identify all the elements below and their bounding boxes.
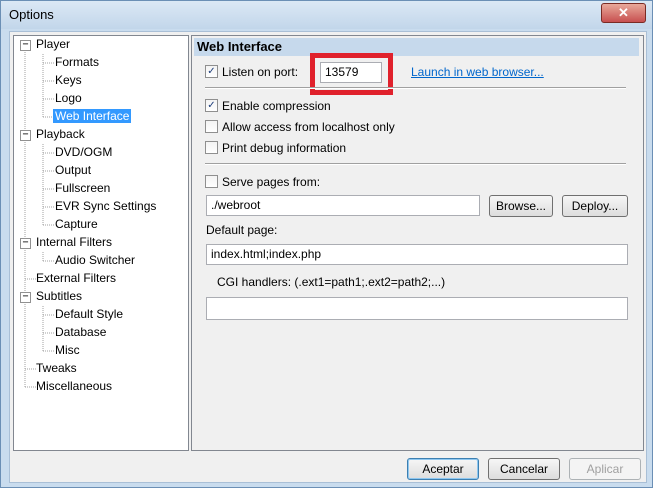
tree-item-keys[interactable]: Keys — [55, 72, 82, 89]
unchecked-box-icon[interactable] — [205, 120, 218, 134]
tree-item-formats[interactable]: Formats — [55, 54, 99, 71]
enable-compression-checkbox[interactable]: ✓ Enable compression — [205, 98, 331, 114]
tree-item-subtitles[interactable]: Subtitles — [36, 288, 82, 305]
tree-item-label: Formats — [55, 55, 100, 69]
window-title: Options — [9, 7, 54, 22]
tree-item-label: EVR Sync Settings — [55, 199, 157, 213]
unchecked-box-icon[interactable] — [205, 175, 218, 189]
dialog-client: − Player Formats Keys Logo Web Interface… — [9, 31, 647, 483]
tree-item-tweaks[interactable]: Tweaks — [36, 360, 77, 377]
close-button[interactable]: ✕ — [601, 3, 646, 23]
tree-item-label: Playback — [36, 127, 85, 141]
deploy-button[interactable]: Deploy... — [562, 195, 628, 217]
cgi-handlers-label: CGI handlers: (.ext1=path1;.ext2=path2;.… — [217, 275, 446, 289]
serve-pages-label: Serve pages from: — [222, 175, 321, 189]
tree-item-label: Internal Filters — [36, 235, 113, 249]
debug-info-checkbox[interactable]: Print debug information — [205, 140, 346, 156]
tree-item-label: Audio Switcher — [55, 253, 136, 267]
tree-item-playback[interactable]: Playback — [36, 126, 85, 143]
options-window: Options ✕ − Player Formats Keys Logo Web… — [0, 0, 653, 488]
apply-button[interactable]: Aplicar — [569, 458, 641, 480]
cancel-button[interactable]: Cancelar — [488, 458, 560, 480]
checkmark-icon[interactable]: ✓ — [205, 65, 218, 79]
tree-item-fullscreen[interactable]: Fullscreen — [55, 180, 110, 197]
tree-item-label: Keys — [55, 73, 82, 87]
tree-item-label: Default Style — [55, 307, 124, 321]
localhost-only-label: Allow access from localhost only — [222, 120, 395, 134]
web-interface-panel: Web Interface ✓ Listen on port: 13579 Lau… — [191, 35, 644, 451]
debug-info-label: Print debug information — [222, 141, 347, 155]
tree-item-default-style[interactable]: Default Style — [55, 306, 123, 323]
listen-on-port-checkbox[interactable]: ✓ Listen on port: — [205, 64, 298, 80]
tree-item-label: Misc — [55, 343, 80, 357]
default-page-input[interactable]: index.html;index.php — [206, 244, 628, 265]
localhost-only-checkbox[interactable]: Allow access from localhost only — [205, 119, 395, 135]
tree-item-external-filters[interactable]: External Filters — [36, 270, 116, 287]
tree-item-audio-switcher[interactable]: Audio Switcher — [55, 252, 135, 269]
tree-item-player[interactable]: Player — [36, 36, 70, 53]
tree-item-logo[interactable]: Logo — [55, 90, 82, 107]
tree-item-label: Logo — [55, 91, 82, 105]
tree-item-label: Output — [55, 163, 92, 177]
tree-item-capture[interactable]: Capture — [55, 216, 98, 233]
tree-item-internal-filters[interactable]: Internal Filters — [36, 234, 112, 251]
tree-item-label: Subtitles — [36, 289, 83, 303]
divider — [205, 163, 626, 165]
tree-item-label: External Filters — [36, 271, 117, 285]
collapse-icon[interactable]: − — [20, 238, 31, 249]
tree-item-database[interactable]: Database — [55, 324, 106, 341]
tree-item-label: Database — [55, 325, 107, 339]
tree-item-label: Player — [36, 37, 71, 51]
tree-item-miscellaneous[interactable]: Miscellaneous — [36, 378, 112, 395]
serve-pages-checkbox[interactable]: Serve pages from: — [205, 174, 320, 190]
launch-browser-link[interactable]: Launch in web browser... — [411, 65, 544, 79]
checkmark-icon[interactable]: ✓ — [205, 99, 218, 113]
cgi-handlers-input[interactable] — [206, 297, 628, 320]
collapse-icon[interactable]: − — [20, 40, 31, 51]
tree-item-evr-sync-settings[interactable]: EVR Sync Settings — [55, 198, 156, 215]
enable-compression-label: Enable compression — [222, 99, 331, 113]
tree-item-output[interactable]: Output — [55, 162, 91, 179]
divider — [205, 87, 626, 89]
settings-tree[interactable]: − Player Formats Keys Logo Web Interface… — [13, 35, 189, 451]
collapse-icon[interactable]: − — [20, 292, 31, 303]
page-title: Web Interface — [194, 38, 639, 56]
tree-item-label: Tweaks — [36, 361, 77, 375]
tree-item-dvd-ogm[interactable]: DVD/OGM — [55, 144, 112, 161]
default-page-label: Default page: — [206, 223, 278, 237]
webroot-path-input[interactable]: ./webroot — [206, 195, 480, 216]
browse-button[interactable]: Browse... — [489, 195, 553, 217]
tree-item-label: Fullscreen — [55, 181, 111, 195]
title-bar[interactable]: Options ✕ — [1, 1, 652, 29]
collapse-icon[interactable]: − — [20, 130, 31, 141]
tree-item-label: Capture — [55, 217, 98, 231]
tree-item-label: Miscellaneous — [36, 379, 113, 393]
tree-item-label: DVD/OGM — [55, 145, 113, 159]
tree-item-web-interface[interactable]: Web Interface — [53, 108, 132, 125]
unchecked-box-icon[interactable] — [205, 141, 218, 155]
tree-item-misc[interactable]: Misc — [55, 342, 80, 359]
listen-on-port-label: Listen on port: — [222, 65, 299, 79]
ok-button[interactable]: Aceptar — [407, 458, 479, 480]
tree-item-label: Web Interface — [53, 109, 132, 123]
